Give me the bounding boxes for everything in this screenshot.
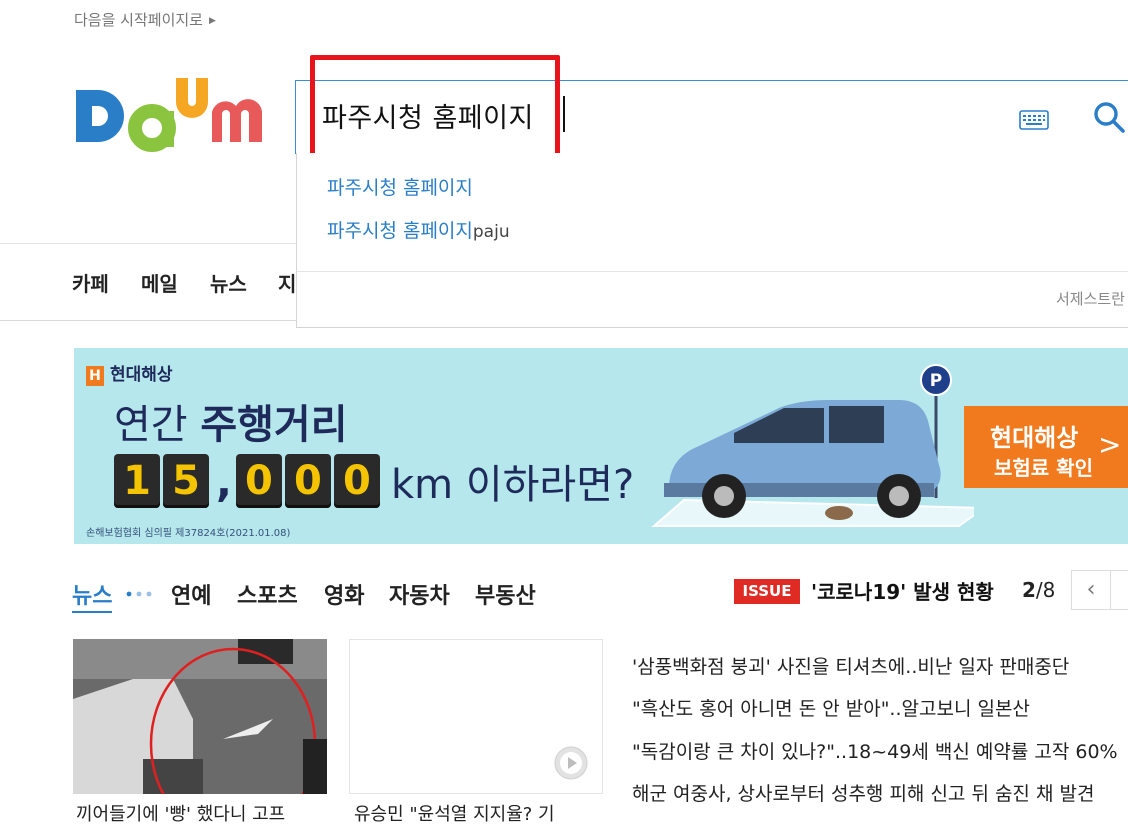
- more-dots-icon[interactable]: [125, 590, 155, 598]
- suggestion-item[interactable]: 파주시청 홈페이지: [327, 173, 473, 200]
- tab-cars[interactable]: 자동차: [389, 578, 450, 610]
- ad-cta-line1: 현대해상: [990, 424, 1079, 452]
- highlight-annotation-box: [310, 55, 560, 165]
- headline-link[interactable]: '삼풍백화점 붕괴' 사진을 티셔츠에..비난 일자 판매중단: [632, 652, 1069, 679]
- caret-right-icon: ▶: [208, 16, 216, 26]
- chevron-right-icon: >: [1098, 428, 1122, 461]
- issue-pager: 2/8: [1022, 578, 1055, 602]
- headline-link[interactable]: "흑산도 홍어 아니면 돈 안 받아"..알고보니 일본산: [632, 694, 1030, 721]
- headline-link[interactable]: 해군 여중사, 상사로부터 성추행 피해 신고 뒤 숨진 채 발견: [632, 779, 1094, 806]
- thumbnail-caption[interactable]: 유승민 "윤석열 지지율? 기: [354, 800, 604, 826]
- text-caret: [563, 96, 565, 132]
- nav-divider-top: [0, 243, 296, 244]
- odometer-digit: 5: [163, 454, 209, 508]
- parking-sign-label: P: [930, 371, 942, 391]
- suggestions-footer: 서제스트란: [297, 271, 1128, 329]
- search-icon[interactable]: [1092, 100, 1126, 134]
- tab-real-estate[interactable]: 부동산: [475, 578, 536, 610]
- tab-news[interactable]: 뉴스: [72, 578, 113, 613]
- ad-cta-button[interactable]: 현대해상 보험료 확인 >: [964, 406, 1128, 488]
- tab-movies[interactable]: 영화: [324, 578, 364, 610]
- play-icon[interactable]: [553, 745, 589, 781]
- pager-next-button[interactable]: [1110, 570, 1128, 610]
- ad-headline-bold: 주행거리: [200, 402, 348, 448]
- odometer-digit: 0: [235, 454, 282, 508]
- keyboard-icon[interactable]: [1019, 110, 1049, 130]
- ad-banner[interactable]: H 현대해상 연간 주행거리 1 5 , 0 0 0 km 이하라면? 손해보험협…: [74, 348, 1128, 544]
- nav-item-news[interactable]: 뉴스: [210, 268, 247, 297]
- suggestion-suffix: paju: [472, 222, 510, 242]
- odometer-digit: 0: [284, 454, 331, 508]
- pager-prev-button[interactable]: ‹: [1071, 570, 1111, 610]
- ad-headline: 연간 주행거리: [114, 392, 348, 450]
- thumbnail-caption[interactable]: 끼어들기에 '빵' 했다니 고프: [76, 800, 326, 826]
- odometer-digit: 1: [114, 454, 160, 508]
- start-page-link-label: 다음을 시작페이지로: [74, 11, 203, 29]
- pager-current: 2: [1022, 578, 1036, 602]
- ad-brand-name: 현대해상: [110, 365, 173, 385]
- issue-badge: ISSUE: [734, 579, 800, 604]
- nav-item-cafe[interactable]: 카페: [72, 268, 109, 297]
- ad-headline-light: 연간: [114, 402, 201, 448]
- news-thumbnail[interactable]: [73, 639, 327, 794]
- odometer-comma: ,: [216, 456, 232, 506]
- nav-item-map[interactable]: 지: [278, 268, 296, 297]
- suggest-help-link[interactable]: 서제스트란: [1056, 288, 1125, 309]
- suggestion-text: 파주시청 홈페이지: [327, 177, 473, 199]
- suggestion-item[interactable]: 파주시청 홈페이지paju: [327, 216, 510, 243]
- pager-total: /8: [1035, 578, 1056, 602]
- nav-item-mail[interactable]: 메일: [141, 268, 178, 297]
- ad-odometer: 1 5 , 0 0 0 km 이하라면?: [114, 452, 634, 510]
- search-suggestions: 파주시청 홈페이지 파주시청 홈페이지paju 서제스트란: [296, 153, 1128, 328]
- ad-cta-line2: 보험료 확인: [994, 456, 1093, 480]
- tab-sports[interactable]: 스포츠: [237, 578, 298, 610]
- ad-fine-print: 손해보험협회 심의필 제37824호(2021.01.08): [86, 528, 291, 539]
- nav-divider-bottom: [0, 320, 296, 321]
- issue-headline[interactable]: '코로나19' 발생 현황: [811, 576, 994, 605]
- car-illustration: P: [651, 364, 974, 527]
- headline-link[interactable]: "독감이랑 큰 차이 있나?"..18~49세 백신 예약률 고작 60%: [632, 737, 1118, 764]
- odometer-digit: 0: [333, 454, 380, 508]
- daum-logo[interactable]: [72, 76, 268, 158]
- suggestion-text: 파주시청 홈페이지: [327, 220, 473, 242]
- dashcam-photo: [73, 639, 327, 794]
- start-page-link[interactable]: 다음을 시작페이지로 ▶: [74, 9, 216, 30]
- tab-entertainment[interactable]: 연예: [171, 578, 211, 610]
- ad-suffix: km 이하라면?: [390, 462, 635, 508]
- brand-mark-icon: H: [86, 366, 104, 386]
- ad-brand: H 현대해상: [86, 360, 173, 386]
